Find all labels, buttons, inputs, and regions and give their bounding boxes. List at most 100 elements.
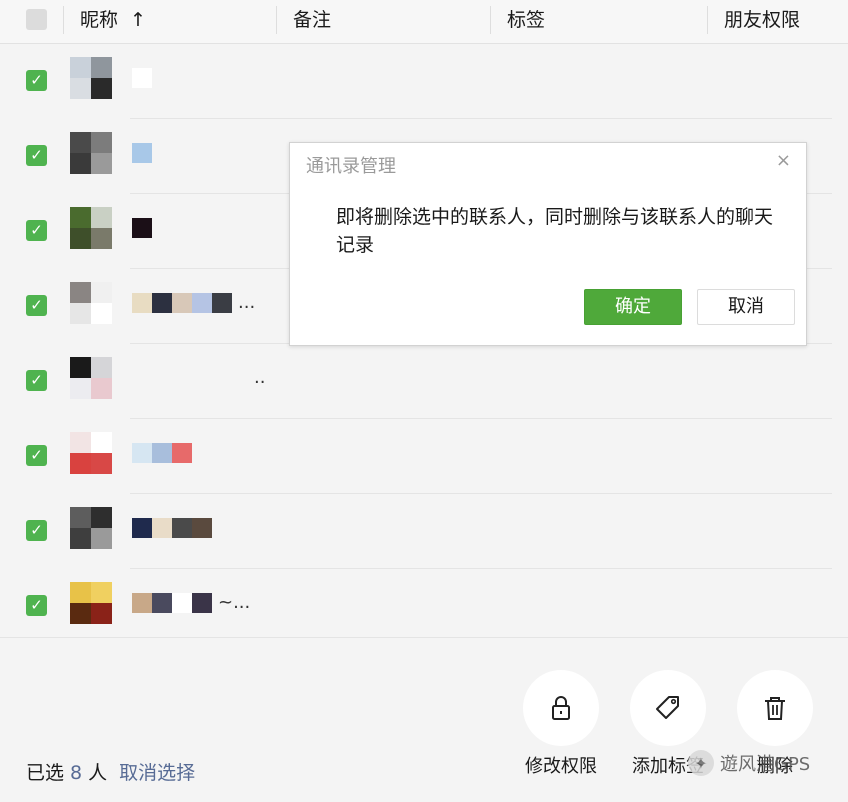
avatar-tile [91, 153, 112, 174]
nickname-block [192, 293, 212, 313]
avatar-tile [70, 357, 91, 378]
select-all-checkbox[interactable] [26, 9, 47, 30]
avatar-tile [70, 378, 91, 399]
cancel-button[interactable]: 取消 [697, 289, 795, 325]
contact-row[interactable]: ✓ [0, 44, 848, 119]
avatar-tile [91, 453, 112, 474]
avatar-tile [70, 303, 91, 324]
delete-circle[interactable] [737, 670, 813, 746]
avatar [70, 207, 112, 249]
dialog-title: 通讯录管理 [306, 156, 396, 177]
sort-arrow-icon: ↑ [130, 9, 146, 31]
avatar-tile [91, 303, 112, 324]
nickname-block [132, 443, 152, 463]
nickname-block [132, 593, 152, 613]
check-icon[interactable]: ✓ [26, 595, 47, 616]
avatar-tile [91, 228, 112, 249]
nickname: ~... [132, 593, 250, 615]
check-icon[interactable]: ✓ [26, 145, 47, 166]
contact-row[interactable]: ✓ ~... [0, 569, 848, 644]
nickname-block [152, 518, 172, 538]
nickname [132, 218, 152, 240]
avatar-tile [91, 132, 112, 153]
avatar-tile [91, 582, 112, 603]
modify-permission-label: 修改权限 [525, 756, 597, 777]
nickname-block [192, 518, 212, 538]
check-icon[interactable]: ✓ [26, 520, 47, 541]
modify-permission-button[interactable]: 修改权限 [516, 670, 606, 778]
contact-row[interactable]: ✓ [0, 419, 848, 494]
column-remark[interactable]: 备注 [276, 6, 490, 34]
check-icon[interactable]: ✓ [26, 70, 47, 91]
nickname [132, 443, 192, 465]
column-nickname-label: 昵称 [80, 9, 119, 31]
check-icon[interactable]: ✓ [26, 445, 47, 466]
watermark: ✦ 遊风港GPS [688, 750, 810, 776]
avatar-tile [70, 207, 91, 228]
nickname-suffix: .. [254, 367, 266, 388]
nickname-block [172, 518, 192, 538]
avatar [70, 507, 112, 549]
avatar-tile [70, 57, 91, 78]
nickname [132, 518, 212, 540]
selected-suffix: 人 [88, 762, 108, 784]
avatar-tile [70, 432, 91, 453]
nickname-block [172, 443, 192, 463]
nickname-block [132, 143, 152, 163]
column-tags[interactable]: 标签 [490, 6, 707, 34]
tag-icon [656, 696, 679, 719]
column-nickname[interactable]: 昵称 ↑ [63, 6, 276, 34]
nickname: .. [132, 368, 265, 390]
lock-icon [552, 696, 570, 720]
contact-row[interactable]: ✓ [0, 494, 848, 569]
avatar-tile [70, 528, 91, 549]
nickname [132, 68, 152, 90]
dialog-message: 即将删除选中的联系人，同时删除与该联系人的聊天记录 [336, 206, 774, 256]
avatar-tile [91, 528, 112, 549]
selection-summary: 已选 8 人取消选择 [26, 758, 195, 785]
avatar-tile [91, 378, 112, 399]
avatar-tile [70, 582, 91, 603]
nickname-block [132, 518, 152, 538]
avatar-tile [91, 207, 112, 228]
nickname-block [152, 293, 172, 313]
table-header: 昵称 ↑ 备注 标签 朋友权限 [0, 0, 848, 44]
avatar-tile [91, 357, 112, 378]
avatar-tile [70, 228, 91, 249]
nickname-block [172, 593, 192, 613]
avatar-tile [91, 507, 112, 528]
check-icon[interactable]: ✓ [26, 295, 47, 316]
avatar-tile [91, 78, 112, 99]
nickname-block [212, 293, 232, 313]
avatar [70, 282, 112, 324]
close-icon[interactable]: × [776, 150, 791, 171]
avatar-tile [70, 153, 91, 174]
nickname [132, 143, 152, 165]
avatar-tile [70, 282, 91, 303]
selected-prefix: 已选 [26, 762, 65, 784]
avatar-tile [91, 57, 112, 78]
contact-management-dialog: 通讯录管理 × 即将删除选中的联系人，同时删除与该联系人的聊天记录 确定 取消 [289, 142, 807, 346]
nickname-block [192, 593, 212, 613]
check-icon[interactable]: ✓ [26, 370, 47, 391]
avatar-tile [91, 282, 112, 303]
nickname-suffix: ... [238, 292, 256, 313]
nickname-block [172, 293, 192, 313]
nickname: ... [132, 293, 255, 315]
add-tag-circle[interactable] [630, 670, 706, 746]
avatar-tile [91, 432, 112, 453]
avatar-tile [70, 453, 91, 474]
modify-permission-circle[interactable] [523, 670, 599, 746]
watermark-text: 遊风港GPS [720, 754, 811, 775]
avatar [70, 57, 112, 99]
contact-row[interactable]: ✓.. [0, 344, 848, 419]
nickname-block [132, 293, 152, 313]
column-friend-permission[interactable]: 朋友权限 [707, 6, 848, 34]
avatar-tile [70, 603, 91, 624]
cancel-selection-link[interactable]: 取消选择 [107, 762, 195, 784]
confirm-button[interactable]: 确定 [584, 289, 682, 325]
avatar-tile [70, 507, 91, 528]
trash-icon [765, 697, 785, 720]
avatar [70, 357, 112, 399]
check-icon[interactable]: ✓ [26, 220, 47, 241]
